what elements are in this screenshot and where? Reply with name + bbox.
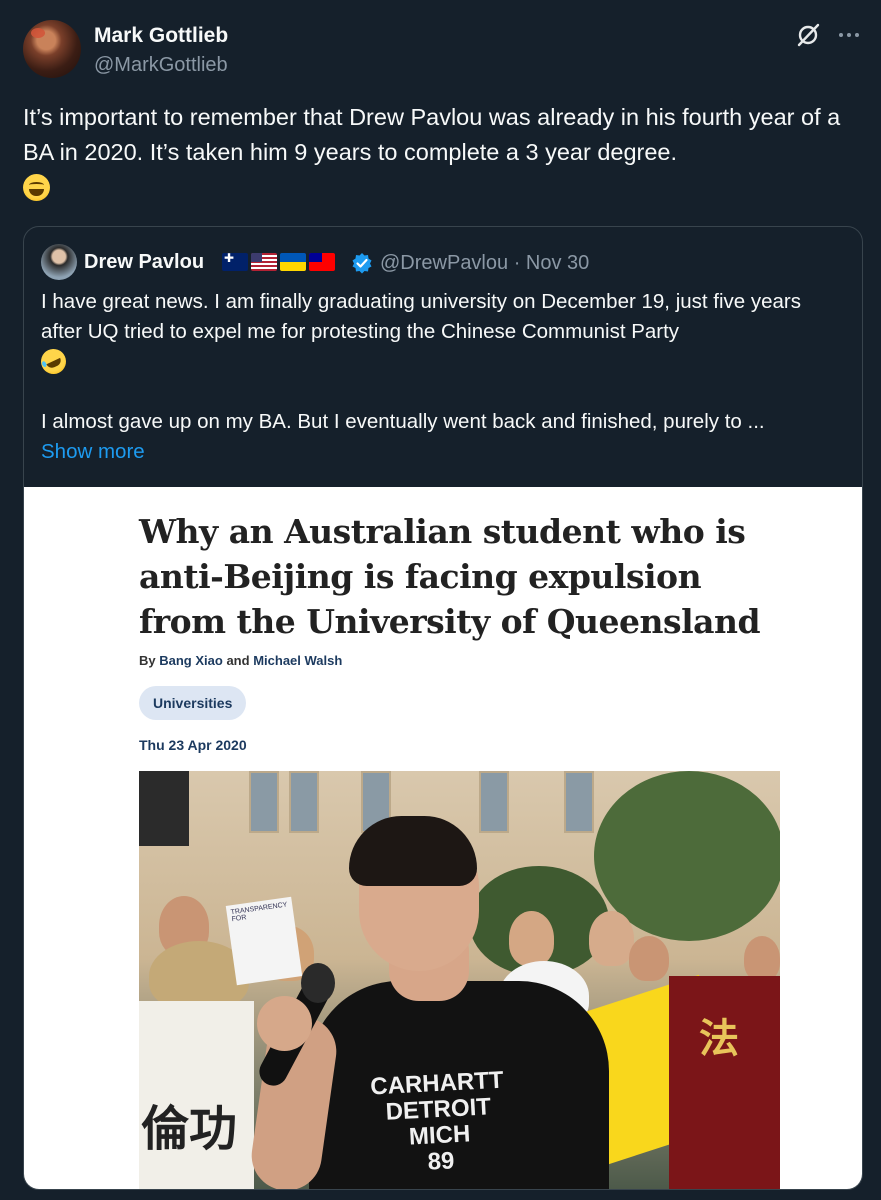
article-tag: Universities bbox=[139, 686, 247, 720]
quoted-date[interactable]: Nov 30 bbox=[526, 252, 589, 274]
quoted-author-handle[interactable]: @DrewPavlou bbox=[380, 252, 508, 274]
quoted-avatar[interactable] bbox=[41, 244, 77, 280]
speaker-hair bbox=[349, 816, 477, 886]
author-handle[interactable]: @MarkGottlieb bbox=[94, 54, 228, 77]
building-window bbox=[289, 771, 319, 833]
building-window bbox=[249, 771, 279, 833]
grinning-squinting-face-icon bbox=[23, 174, 50, 201]
tshirt-print: CARHARTT DETROIT MICH 89 bbox=[356, 1067, 521, 1179]
banner-right-text: 法 bbox=[699, 1017, 739, 1061]
crowd-person bbox=[509, 911, 554, 966]
crowd-person bbox=[744, 936, 780, 981]
byline-and: and bbox=[226, 653, 250, 668]
author-name[interactable]: Mark Gottlieb bbox=[94, 24, 228, 48]
article-author-2: Michael Walsh bbox=[253, 653, 343, 668]
tweet[interactable]: Mark Gottlieb @MarkGottlieb It’s importa… bbox=[0, 0, 881, 1200]
quoted-text: I have great news. I am finally graduati… bbox=[36, 287, 846, 467]
usa-flag-icon bbox=[251, 253, 277, 271]
microphone-head bbox=[301, 963, 335, 1003]
flag-emojis bbox=[222, 253, 335, 271]
article-screenshot-image[interactable]: Why an Australian student who is anti-Be… bbox=[24, 487, 862, 1189]
protest-photo: TRANSPARENCY FOR 倫功 法 CARHARTT DETROIT M… bbox=[139, 771, 780, 1189]
building-window bbox=[564, 771, 594, 833]
quoted-meta: @DrewPavlou · Nov 30 bbox=[380, 252, 589, 275]
quoted-paragraph-1: I have great news. I am finally graduati… bbox=[41, 290, 802, 343]
byline-by: By bbox=[139, 653, 156, 668]
banner-left-text: 倫功 bbox=[141, 1101, 238, 1157]
speaker-hand bbox=[257, 996, 312, 1051]
ukraine-flag-icon bbox=[280, 253, 306, 271]
meta-separator: · bbox=[513, 252, 521, 274]
crowd-person bbox=[589, 911, 634, 966]
dark-banner bbox=[139, 771, 189, 846]
verified-badge-icon[interactable] bbox=[351, 252, 373, 274]
tweet-text: It’s important to remember that Drew Pav… bbox=[23, 100, 858, 205]
building-window bbox=[479, 771, 509, 833]
grok-icon[interactable] bbox=[795, 22, 821, 48]
more-icon[interactable] bbox=[836, 22, 862, 48]
article-author-1: Bang Xiao bbox=[159, 653, 223, 668]
australia-flag-icon bbox=[222, 253, 248, 271]
article-date: Thu 23 Apr 2020 bbox=[139, 737, 247, 753]
quoted-author-name[interactable]: Drew Pavlou bbox=[84, 251, 204, 274]
protest-sign: TRANSPARENCY FOR bbox=[225, 896, 303, 986]
article-byline: By Bang Xiao and Michael Walsh bbox=[139, 653, 342, 668]
quoted-tweet[interactable]: Drew Pavlou @DrewPavlou · Nov 30 I have … bbox=[23, 226, 863, 1190]
crowd-person bbox=[629, 936, 669, 981]
article-title: Why an Australian student who is anti-Be… bbox=[139, 512, 761, 641]
avatar[interactable] bbox=[23, 20, 81, 78]
show-more-link[interactable]: Show more bbox=[41, 440, 145, 463]
taiwan-flag-icon bbox=[309, 253, 335, 271]
rolling-on-floor-laughing-icon bbox=[36, 344, 71, 379]
falun-gong-banner-right: 法 bbox=[669, 976, 780, 1189]
tweet-text-content: It’s important to remember that Drew Pav… bbox=[23, 104, 841, 165]
falun-gong-banner-left: 倫功 bbox=[139, 1001, 254, 1189]
quoted-paragraph-2: I almost gave up on my BA. But I eventua… bbox=[41, 410, 765, 433]
